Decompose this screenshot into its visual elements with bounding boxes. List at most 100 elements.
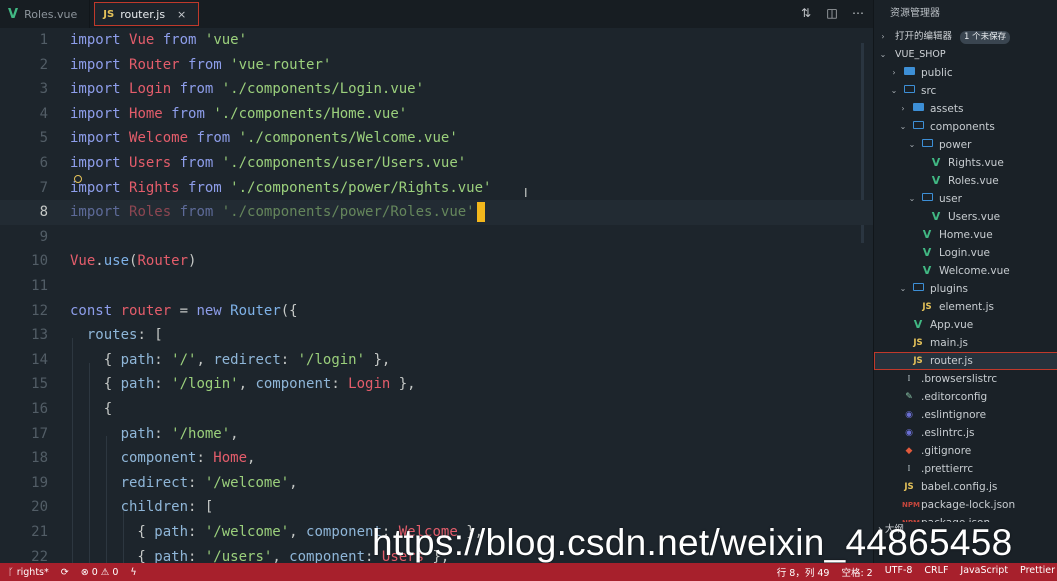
code-token: = — [171, 302, 197, 319]
code-editor[interactable]: I 1 import Vue from 'vue' 2 import Router f… — [0, 28, 873, 563]
code-line[interactable]: 12 const router = new Router({ — [0, 299, 873, 324]
code-token: path — [154, 548, 189, 563]
tree-item-element-js[interactable]: JS element.js — [874, 298, 1057, 316]
line-number: 11 — [31, 278, 48, 294]
code-token: { — [70, 401, 113, 417]
code-token: '/welcome' — [204, 474, 290, 491]
code-text: Vue.use(Router) — [70, 249, 196, 274]
code-line[interactable]: 2 import Router from 'vue-router' — [0, 53, 873, 78]
tree-item-roles-vue[interactable]: V Roles.vue — [874, 172, 1057, 190]
code-text: import Vue from 'vue' — [70, 28, 247, 53]
js-file-icon: JS — [103, 8, 115, 20]
tree-item-public[interactable]: › public — [874, 64, 1057, 82]
code-token: from — [188, 130, 239, 147]
tree-item-router-js[interactable]: JS router.js — [874, 352, 1057, 370]
lightning-icon[interactable]: ϟ — [130, 567, 136, 578]
tree-item-label: user — [939, 193, 962, 205]
tree-item--editorconfig[interactable]: ✎ .editorconfig — [874, 388, 1057, 406]
code-line[interactable]: 16 { — [0, 397, 873, 422]
tree-item-rights-vue[interactable]: V Rights.vue — [874, 154, 1057, 172]
code-line[interactable]: 10 Vue.use(Router) — [0, 249, 873, 274]
tree-item-plugins[interactable]: ⌄ plugins — [874, 280, 1057, 298]
code-token: children — [120, 499, 189, 516]
tree-item-power[interactable]: ⌄ power — [874, 136, 1057, 154]
tree-item-components[interactable]: ⌄ components — [874, 118, 1057, 136]
code-text: import Roles from './components/power/Ro… — [70, 200, 485, 225]
tree-item-src[interactable]: ⌄ src — [874, 82, 1057, 100]
more-actions-icon[interactable]: ⋯ — [851, 6, 865, 20]
code-line[interactable]: 17 path: '/home', — [0, 422, 873, 447]
tree-item-assets[interactable]: › assets — [874, 100, 1057, 118]
project-section[interactable]: ⌄ VUE_SHOP — [874, 46, 946, 64]
formatter[interactable]: Prettier — [1020, 565, 1055, 579]
code-token: redirect — [120, 474, 189, 491]
code-line[interactable]: 19 redirect: '/welcome', — [0, 471, 873, 496]
branch-indicator[interactable]: ᚴ rights* — [8, 567, 49, 578]
line-number: 19 — [31, 474, 48, 491]
tree-item-label: power — [939, 139, 972, 151]
folder-open-icon — [920, 190, 934, 208]
language-mode[interactable]: JavaScript — [960, 565, 1008, 579]
code-line[interactable]: 4 import Home from './components/Home.vue… — [0, 102, 873, 127]
indentation[interactable]: 空格: 2 — [841, 565, 872, 579]
code-token: : — [154, 351, 172, 368]
tab-router-js[interactable]: JS router.js × — [94, 2, 200, 26]
code-token: '/users' — [204, 548, 273, 563]
code-token: router — [120, 302, 172, 319]
code-token: }, — [365, 351, 391, 368]
tree-item-welcome-vue[interactable]: V Welcome.vue — [874, 262, 1057, 280]
code-line[interactable]: 9 — [0, 225, 873, 250]
code-token: './components/Home.vue' — [213, 105, 408, 122]
tree-item-users-vue[interactable]: V Users.vue — [874, 208, 1057, 226]
line-number: 21 — [31, 524, 48, 540]
code-line[interactable]: 15 { path: '/login', component: Login }, — [0, 372, 873, 397]
tree-item--browserslistrc[interactable]: ⁞ .browserslistrc — [874, 370, 1057, 388]
tree-item-app-vue[interactable]: V App.vue — [874, 316, 1057, 334]
folder-open-icon — [911, 118, 925, 136]
line-number: 6 — [39, 155, 48, 171]
encoding[interactable]: UTF-8 — [885, 565, 913, 579]
tree-item-home-vue[interactable]: V Home.vue — [874, 226, 1057, 244]
open-editors-section[interactable]: › 打开的编辑器 1 个未保存 — [874, 28, 1011, 46]
tree-item-label: .browserslistrc — [921, 373, 998, 385]
explorer-sidebar: 资源管理器 › 打开的编辑器 1 个未保存 ⌄ VUE_SHOP › public… — [873, 0, 1057, 563]
compare-changes-icon[interactable]: ⇅ — [799, 6, 813, 20]
code-line[interactable]: 11 — [0, 274, 873, 299]
tree-item-main-js[interactable]: JS main.js — [874, 334, 1057, 352]
code-line[interactable]: 6 import Users from './components/user/Us… — [0, 151, 873, 176]
split-editor-icon[interactable]: ◫ — [825, 6, 839, 20]
code-line[interactable]: 8 import Roles from './components/power/R… — [0, 200, 873, 225]
code-token: . — [95, 253, 104, 270]
code-line[interactable]: 7 import Rights from './components/power/… — [0, 176, 873, 201]
code-line[interactable]: 1 import Vue from 'vue' — [0, 28, 873, 53]
editorconfig-icon: ✎ — [905, 392, 913, 402]
tab-roles-vue[interactable]: V Roles.vue — [0, 0, 91, 28]
code-text: const router = new Router({ — [70, 299, 298, 324]
code-line[interactable]: 14 { path: '/', redirect: '/login' }, — [0, 348, 873, 373]
tree-item--gitignore[interactable]: ◆ .gitignore — [874, 442, 1057, 460]
code-line[interactable]: 3 import Login from './components/Login.v… — [0, 77, 873, 102]
tree-item-package-lock-json[interactable]: NPM package-lock.json — [874, 496, 1057, 514]
tree-item-label: Roles.vue — [948, 175, 999, 187]
js-file-icon: JS — [913, 356, 923, 366]
line-ending[interactable]: CRLF — [924, 565, 948, 579]
tree-item-label: Login.vue — [939, 247, 990, 259]
tree-item-login-vue[interactable]: V Login.vue — [874, 244, 1057, 262]
code-line[interactable]: 18 component: Home, — [0, 446, 873, 471]
code-token: { — [70, 524, 155, 540]
problems-indicator[interactable]: ⊗ 0 ⚠ 0 — [81, 567, 119, 578]
tree-item-user[interactable]: ⌄ user — [874, 190, 1057, 208]
code-line[interactable]: 5 import Welcome from './components/Welco… — [0, 126, 873, 151]
tree-item--eslintrc-js[interactable]: ◉ .eslintrc.js — [874, 424, 1057, 442]
close-icon[interactable]: × — [177, 8, 186, 21]
code-token: new — [196, 302, 231, 319]
tree-item-babel-config-js[interactable]: JS babel.config.js — [874, 478, 1057, 496]
tree-item--prettierrc[interactable]: ⁞ .prettierrc — [874, 460, 1057, 478]
code-token: import — [70, 155, 130, 171]
sync-icon[interactable]: ⟳ — [61, 567, 69, 578]
code-line[interactable]: 20 children: [ — [0, 495, 873, 520]
cursor-position[interactable]: 行 8，列 49 — [777, 565, 830, 579]
code-line[interactable]: 13 routes: [ — [0, 323, 873, 348]
tree-item--eslintignore[interactable]: ◉ .eslintignore — [874, 406, 1057, 424]
